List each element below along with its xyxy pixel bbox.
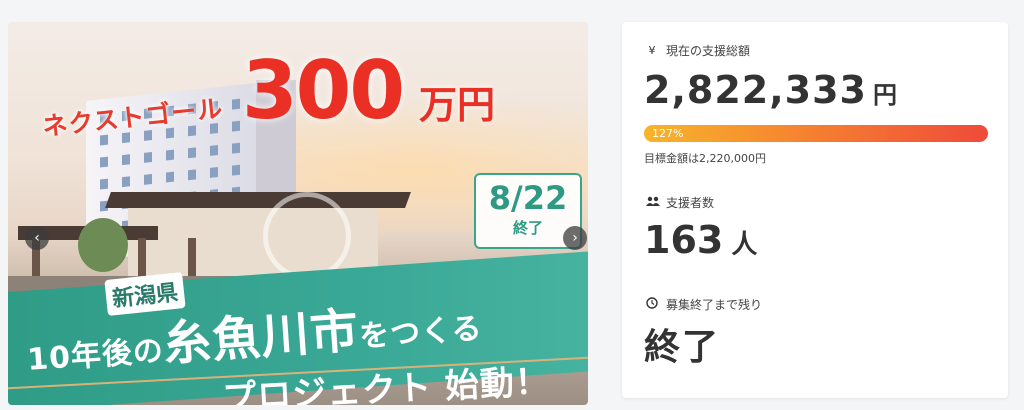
total-label-row: ¥ 現在の支援総額 <box>646 42 751 59</box>
loading-ring-icon <box>263 192 351 280</box>
total-amount-row: 2,822,333 円 <box>644 68 898 112</box>
building-window <box>210 145 218 156</box>
supporters-unit: 人 <box>731 230 758 260</box>
building-window <box>232 142 240 154</box>
building-window <box>100 178 108 190</box>
building-window <box>122 154 130 166</box>
tree <box>78 218 128 272</box>
title-prefix: 10年後の <box>26 333 165 378</box>
building-window <box>232 120 240 132</box>
title-suffix: をつくる <box>358 311 484 355</box>
remaining-label: 募集終了まで残り <box>666 298 763 312</box>
progress-percent: 127% <box>652 127 684 140</box>
remaining-label-row: 募集終了まで残り <box>646 296 762 313</box>
building-window <box>232 164 240 176</box>
funding-stats-panel: ¥ 現在の支援総額 2,822,333 円 127% 目標金額は2,220,000… <box>622 22 1008 398</box>
carousel-next-button[interactable]: › <box>563 226 587 250</box>
next-goal-value: 300 <box>242 44 405 137</box>
building-window <box>188 147 196 159</box>
building-window <box>144 173 152 185</box>
clock-icon <box>646 297 658 312</box>
next-goal-unit: 万円 <box>419 83 496 127</box>
building-roof <box>105 192 411 208</box>
supporters-label-row: 支援者数 <box>646 194 714 211</box>
total-label: 現在の支援総額 <box>666 44 751 58</box>
project-hero-carousel[interactable]: ネクストゴール 300 万円 8/22 終了 新潟県 10年後の糸魚川市をつくる… <box>8 22 588 405</box>
supporters-count: 163 <box>644 218 724 262</box>
title-city: 糸魚川市 <box>161 302 361 373</box>
remaining-value: 終了 <box>644 327 721 368</box>
building-window <box>166 171 174 183</box>
progress-bar: 127% <box>644 125 988 142</box>
carousel-prev-button[interactable]: ‹ <box>25 226 49 250</box>
total-amount: 2,822,333 <box>644 68 867 112</box>
total-unit: 円 <box>872 81 898 109</box>
supporters-label: 支援者数 <box>666 196 715 210</box>
building-window <box>166 149 174 161</box>
goal-amount: 目標金額は2,220,000円 <box>644 152 766 165</box>
building-window <box>210 167 218 178</box>
supporters-row: 163 人 <box>644 218 757 262</box>
users-icon <box>646 196 660 209</box>
building-window <box>100 156 108 168</box>
building-window <box>188 169 196 181</box>
end-date: 8/22 <box>488 179 568 217</box>
building-window <box>122 176 130 188</box>
building-window <box>232 98 240 110</box>
yen-icon: ¥ <box>648 44 656 57</box>
building-window <box>144 151 152 163</box>
